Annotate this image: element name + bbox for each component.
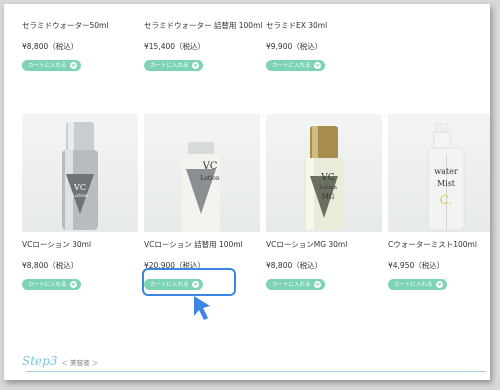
- product-page: セラミドウォーター50ml ¥8,800（税込） カートに入れる セラミドウォー…: [4, 4, 490, 380]
- product-price: ¥8,800（税込）: [266, 261, 323, 270]
- add-to-cart-label: カートに入れる: [272, 63, 311, 69]
- product-name[interactable]: VCローション 30ml: [22, 239, 138, 250]
- step-divider: [26, 371, 486, 372]
- product-price: ¥8,800（税込）: [22, 261, 79, 270]
- chevron-circle-icon: [313, 280, 321, 288]
- bottle-text: C.: [439, 193, 453, 207]
- product-card: セラミドウォーター50ml ¥8,800（税込） カートに入れる: [22, 20, 138, 71]
- add-to-cart-button[interactable]: カートに入れる: [266, 278, 325, 290]
- step-label: Step3: [22, 354, 58, 368]
- bottle-text: water: [434, 167, 458, 176]
- product-image[interactable]: VC Lotion: [22, 114, 138, 232]
- arrow-pointer-icon: [194, 296, 210, 320]
- chevron-circle-icon: [69, 280, 77, 288]
- product-name[interactable]: Cウォーターミスト100ml: [388, 239, 490, 250]
- product-price: ¥15,400（税込）: [144, 42, 206, 51]
- product-price: ¥8,800（税込）: [22, 42, 79, 51]
- add-to-cart-label: カートに入れる: [28, 282, 67, 288]
- product-name[interactable]: VCローション 詰替用 100ml: [144, 239, 260, 250]
- bottle-text: MG: [321, 193, 335, 201]
- bottle-text: Lotion: [319, 185, 337, 191]
- product-name[interactable]: セラミドウォーター 詰替用 100ml: [144, 20, 262, 31]
- bottle-text: VC: [202, 161, 218, 172]
- bottle-illustration: [182, 142, 220, 232]
- add-to-cart-label: カートに入れる: [150, 63, 189, 69]
- product-image[interactable]: VC Lotion MG: [266, 114, 382, 232]
- product-price: ¥9,900（税込）: [266, 42, 323, 51]
- chevron-circle-icon: [191, 61, 199, 69]
- product-image[interactable]: water Mist C.: [388, 114, 490, 232]
- add-to-cart-button[interactable]: カートに入れる: [266, 59, 325, 71]
- step-subtitle: ＜ 美容液 ＞: [61, 359, 99, 367]
- product-name[interactable]: VCローションMG 30ml: [266, 239, 382, 250]
- product-name[interactable]: セラミドEX 30ml: [266, 20, 382, 31]
- bottle-illustration: [62, 122, 98, 230]
- chevron-circle-icon: [313, 61, 321, 69]
- product-card: セラミドEX 30ml ¥9,900（税込） カートに入れる: [266, 20, 382, 71]
- highlight-box: [142, 268, 236, 296]
- step-heading: Step3 ＜ 美容液 ＞: [22, 354, 98, 368]
- product-card: water Mist C. Cウォーターミスト100ml ¥4,950（税込） …: [388, 114, 490, 290]
- product-price: ¥4,950（税込）: [388, 261, 445, 270]
- product-image[interactable]: VC Lotion: [144, 114, 260, 232]
- add-to-cart-button[interactable]: カートに入れる: [22, 59, 81, 71]
- product-card: VC Lotion VCローション 30ml ¥8,800（税込） カートに入れ…: [22, 114, 138, 290]
- bottle-text: VC: [74, 183, 86, 192]
- product-name[interactable]: セラミドウォーター50ml: [22, 20, 138, 31]
- bottle-text: VC: [321, 173, 335, 183]
- add-to-cart-label: カートに入れる: [272, 282, 311, 288]
- product-card: VC Lotion VCローション 詰替用 100ml ¥20,900（税込） …: [144, 114, 260, 290]
- add-to-cart-label: カートに入れる: [394, 282, 433, 288]
- product-card: VC Lotion MG VCローションMG 30ml ¥8,800（税込） カ…: [266, 114, 382, 290]
- product-card: セラミドウォーター 詰替用 100ml ¥15,400（税込） カートに入れる: [144, 20, 262, 71]
- add-to-cart-button[interactable]: カートに入れる: [22, 278, 81, 290]
- chevron-circle-icon: [435, 280, 443, 288]
- bottle-text: Lotion: [71, 193, 89, 199]
- add-to-cart-button[interactable]: カートに入れる: [388, 278, 447, 290]
- add-to-cart-button[interactable]: カートに入れる: [144, 59, 203, 71]
- add-to-cart-label: カートに入れる: [28, 63, 67, 69]
- chevron-circle-icon: [69, 61, 77, 69]
- bottle-text: Mist: [436, 179, 456, 188]
- bottle-text: Lotion: [200, 175, 220, 182]
